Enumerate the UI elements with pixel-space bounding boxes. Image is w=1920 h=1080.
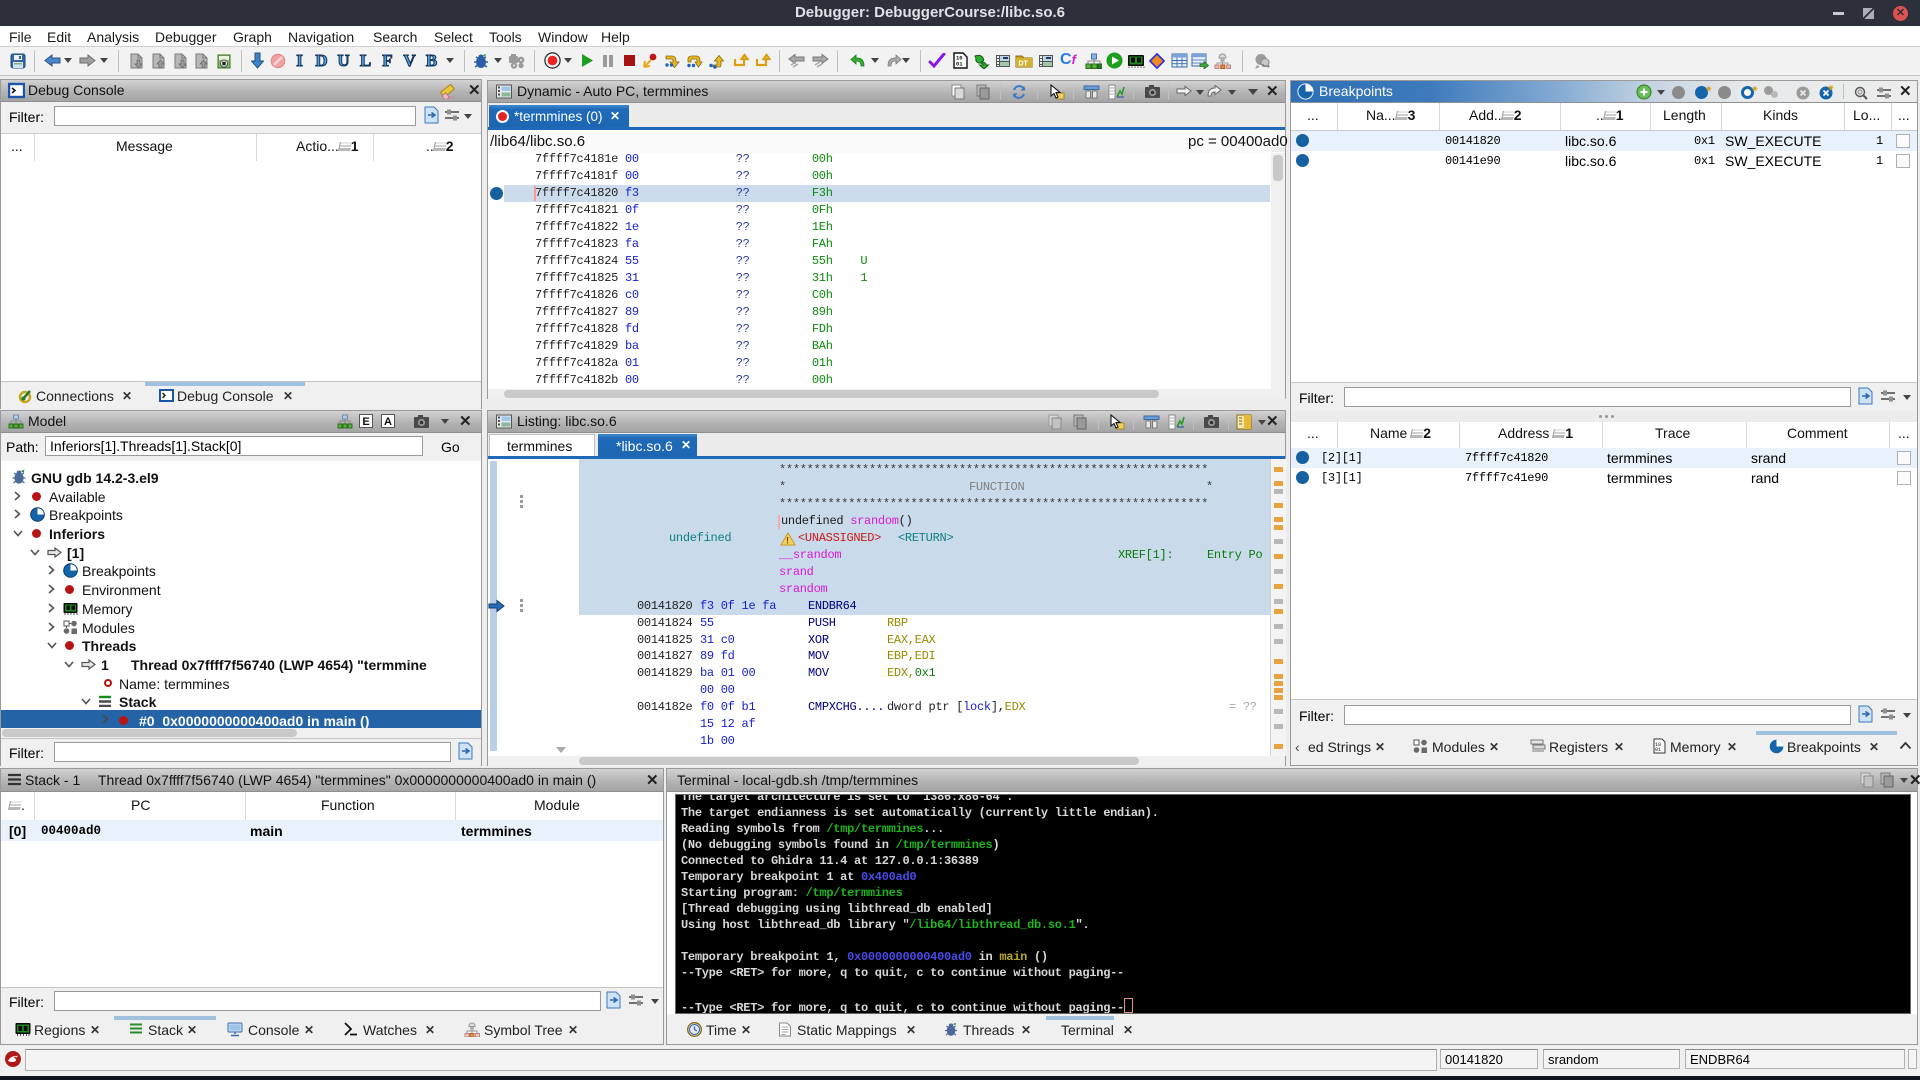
svg-text:01: 01 xyxy=(956,61,963,68)
svg-text:DT: DT xyxy=(1019,61,1029,68)
svg-text:!: ! xyxy=(786,536,789,546)
svg-text:01: 01 xyxy=(1655,747,1661,753)
